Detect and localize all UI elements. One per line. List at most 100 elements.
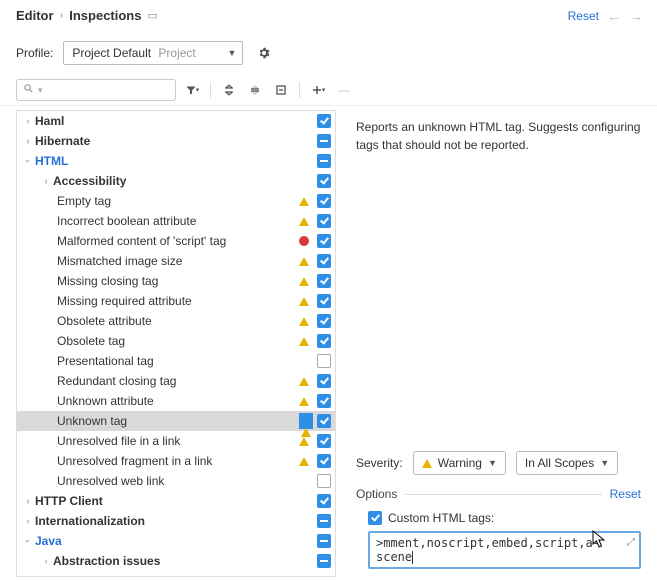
checkbox[interactable]	[317, 154, 331, 168]
detail-panel: Reports an unknown HTML tag. Suggests co…	[336, 106, 657, 577]
tree-leaf-unresolved-fragment[interactable]: Unresolved fragment in a link	[17, 451, 335, 471]
tree-label: Unknown attribute	[57, 394, 299, 408]
chevron-right-icon[interactable]: ›	[21, 136, 35, 146]
checkbox[interactable]	[317, 234, 331, 248]
tree-label: HTML	[35, 154, 315, 168]
checkbox[interactable]	[317, 514, 331, 528]
tree-node-accessibility[interactable]: › Accessibility	[17, 171, 335, 191]
chevron-down-icon[interactable]: ›	[23, 154, 33, 168]
breadcrumb-editor[interactable]: Editor	[16, 8, 54, 23]
tree-leaf-unknown-attr[interactable]: Unknown attribute	[17, 391, 335, 411]
expand-icon[interactable]: ⤢	[627, 537, 635, 548]
tree-leaf-obsolete-tag[interactable]: Obsolete tag	[17, 331, 335, 351]
tree-leaf-missing-closing[interactable]: Missing closing tag	[17, 271, 335, 291]
add-icon[interactable]: ▾	[308, 80, 328, 100]
checkbox[interactable]	[317, 114, 331, 128]
checkbox[interactable]	[317, 534, 331, 548]
warning-icon	[299, 217, 309, 226]
tree-node-html[interactable]: › HTML	[17, 151, 335, 171]
tree-leaf-unknown-tag[interactable]: Unknown tag	[17, 411, 335, 431]
reset-button[interactable]: Reset	[568, 9, 599, 23]
tree-node-http-client[interactable]: › HTTP Client	[17, 491, 335, 511]
checkbox[interactable]	[317, 214, 331, 228]
chevron-right-icon[interactable]: ›	[39, 556, 53, 566]
inspection-tree[interactable]: › Haml › Hibernate › HTML › Accessibilit…	[16, 110, 336, 577]
tree-node-abstraction[interactable]: › Abstraction issues	[17, 551, 335, 571]
tree-leaf-unresolved-web[interactable]: Unresolved web link	[17, 471, 335, 491]
chevron-right-icon[interactable]: ›	[21, 116, 35, 126]
chevron-right-icon[interactable]: ›	[21, 496, 35, 506]
tree-label: Hibernate	[35, 134, 315, 148]
inspection-description: Reports an unknown HTML tag. Suggests co…	[356, 118, 641, 154]
checkbox[interactable]	[317, 314, 331, 328]
remove-icon[interactable]: —	[334, 80, 354, 100]
tree-leaf-presentational[interactable]: Presentational tag	[17, 351, 335, 371]
tree-leaf-empty-tag[interactable]: Empty tag	[17, 191, 335, 211]
show-settings-icon[interactable]: ▭	[147, 9, 157, 22]
severity-select[interactable]: Warning ▼	[413, 451, 506, 475]
tree-node-i18n[interactable]: › Internationalization	[17, 511, 335, 531]
checkbox[interactable]	[317, 374, 331, 388]
checkbox[interactable]	[317, 394, 331, 408]
warning-icon	[299, 257, 309, 266]
tree-label: Unknown tag	[57, 414, 299, 428]
chevron-right-icon[interactable]: ›	[21, 516, 35, 526]
checkbox[interactable]	[317, 274, 331, 288]
checkbox[interactable]	[317, 354, 331, 368]
tree-label: Unresolved file in a link	[57, 434, 299, 448]
search-input[interactable]: ▾	[16, 79, 176, 101]
expand-all-icon[interactable]	[219, 80, 239, 100]
tree-leaf-unresolved-file[interactable]: Unresolved file in a link	[17, 431, 335, 451]
severity-label: Severity:	[356, 456, 403, 470]
profile-row: Profile: Project Default Project ▼	[0, 27, 657, 75]
custom-tags-checkbox[interactable]	[368, 511, 382, 525]
warning-icon	[301, 414, 311, 437]
reset-to-default-icon[interactable]	[271, 80, 291, 100]
tree-leaf-incorrect-boolean[interactable]: Incorrect boolean attribute	[17, 211, 335, 231]
checkbox[interactable]	[317, 254, 331, 268]
chevron-down-icon[interactable]: ›	[23, 534, 33, 548]
tree-label: Obsolete tag	[57, 334, 299, 348]
warning-icon	[299, 457, 309, 466]
checkbox[interactable]	[317, 454, 331, 468]
tree-label: Redundant closing tag	[57, 374, 299, 388]
checkbox[interactable]	[317, 474, 331, 488]
severity-row: Severity: Warning ▼ In All Scopes ▼	[356, 451, 641, 483]
profile-select[interactable]: Project Default Project ▼	[63, 41, 243, 65]
forward-arrow-icon: →	[629, 8, 643, 24]
checkbox[interactable]	[317, 494, 331, 508]
scope-select[interactable]: In All Scopes ▼	[516, 451, 618, 475]
checkbox[interactable]	[317, 294, 331, 308]
checkbox[interactable]	[317, 434, 331, 448]
tree-label: Incorrect boolean attribute	[57, 214, 299, 228]
tree-leaf-mismatched-image[interactable]: Mismatched image size	[17, 251, 335, 271]
gear-icon[interactable]	[253, 42, 275, 64]
tree-node-java[interactable]: › Java	[17, 531, 335, 551]
tree-label: Malformed content of 'script' tag	[57, 234, 299, 248]
chevron-right-icon: ›	[60, 10, 64, 22]
tree-node-hibernate[interactable]: › Hibernate	[17, 131, 335, 151]
checkbox[interactable]	[317, 554, 331, 568]
tree-leaf-missing-required[interactable]: Missing required attribute	[17, 291, 335, 311]
filter-icon[interactable]: ▾	[182, 80, 202, 100]
tree-leaf-malformed-script[interactable]: Malformed content of 'script' tag	[17, 231, 335, 251]
tree-label: Unresolved fragment in a link	[57, 454, 299, 468]
checkbox[interactable]	[317, 194, 331, 208]
breadcrumb: Editor › Inspections ▭	[0, 0, 657, 27]
tree-node-haml[interactable]: › Haml	[17, 111, 335, 131]
options-reset-button[interactable]: Reset	[610, 487, 641, 501]
checkbox[interactable]	[317, 414, 331, 428]
tree-label: Mismatched image size	[57, 254, 299, 268]
checkbox[interactable]	[317, 134, 331, 148]
profile-scope: Project	[158, 46, 195, 60]
checkbox[interactable]	[317, 334, 331, 348]
separator	[299, 82, 300, 98]
options-title: Options	[356, 487, 397, 501]
separator	[210, 82, 211, 98]
tree-leaf-obsolete-attr[interactable]: Obsolete attribute	[17, 311, 335, 331]
warning-icon	[299, 437, 309, 446]
chevron-right-icon[interactable]: ›	[39, 176, 53, 186]
checkbox[interactable]	[317, 174, 331, 188]
tree-leaf-redundant-closing[interactable]: Redundant closing tag	[17, 371, 335, 391]
collapse-all-icon[interactable]	[245, 80, 265, 100]
